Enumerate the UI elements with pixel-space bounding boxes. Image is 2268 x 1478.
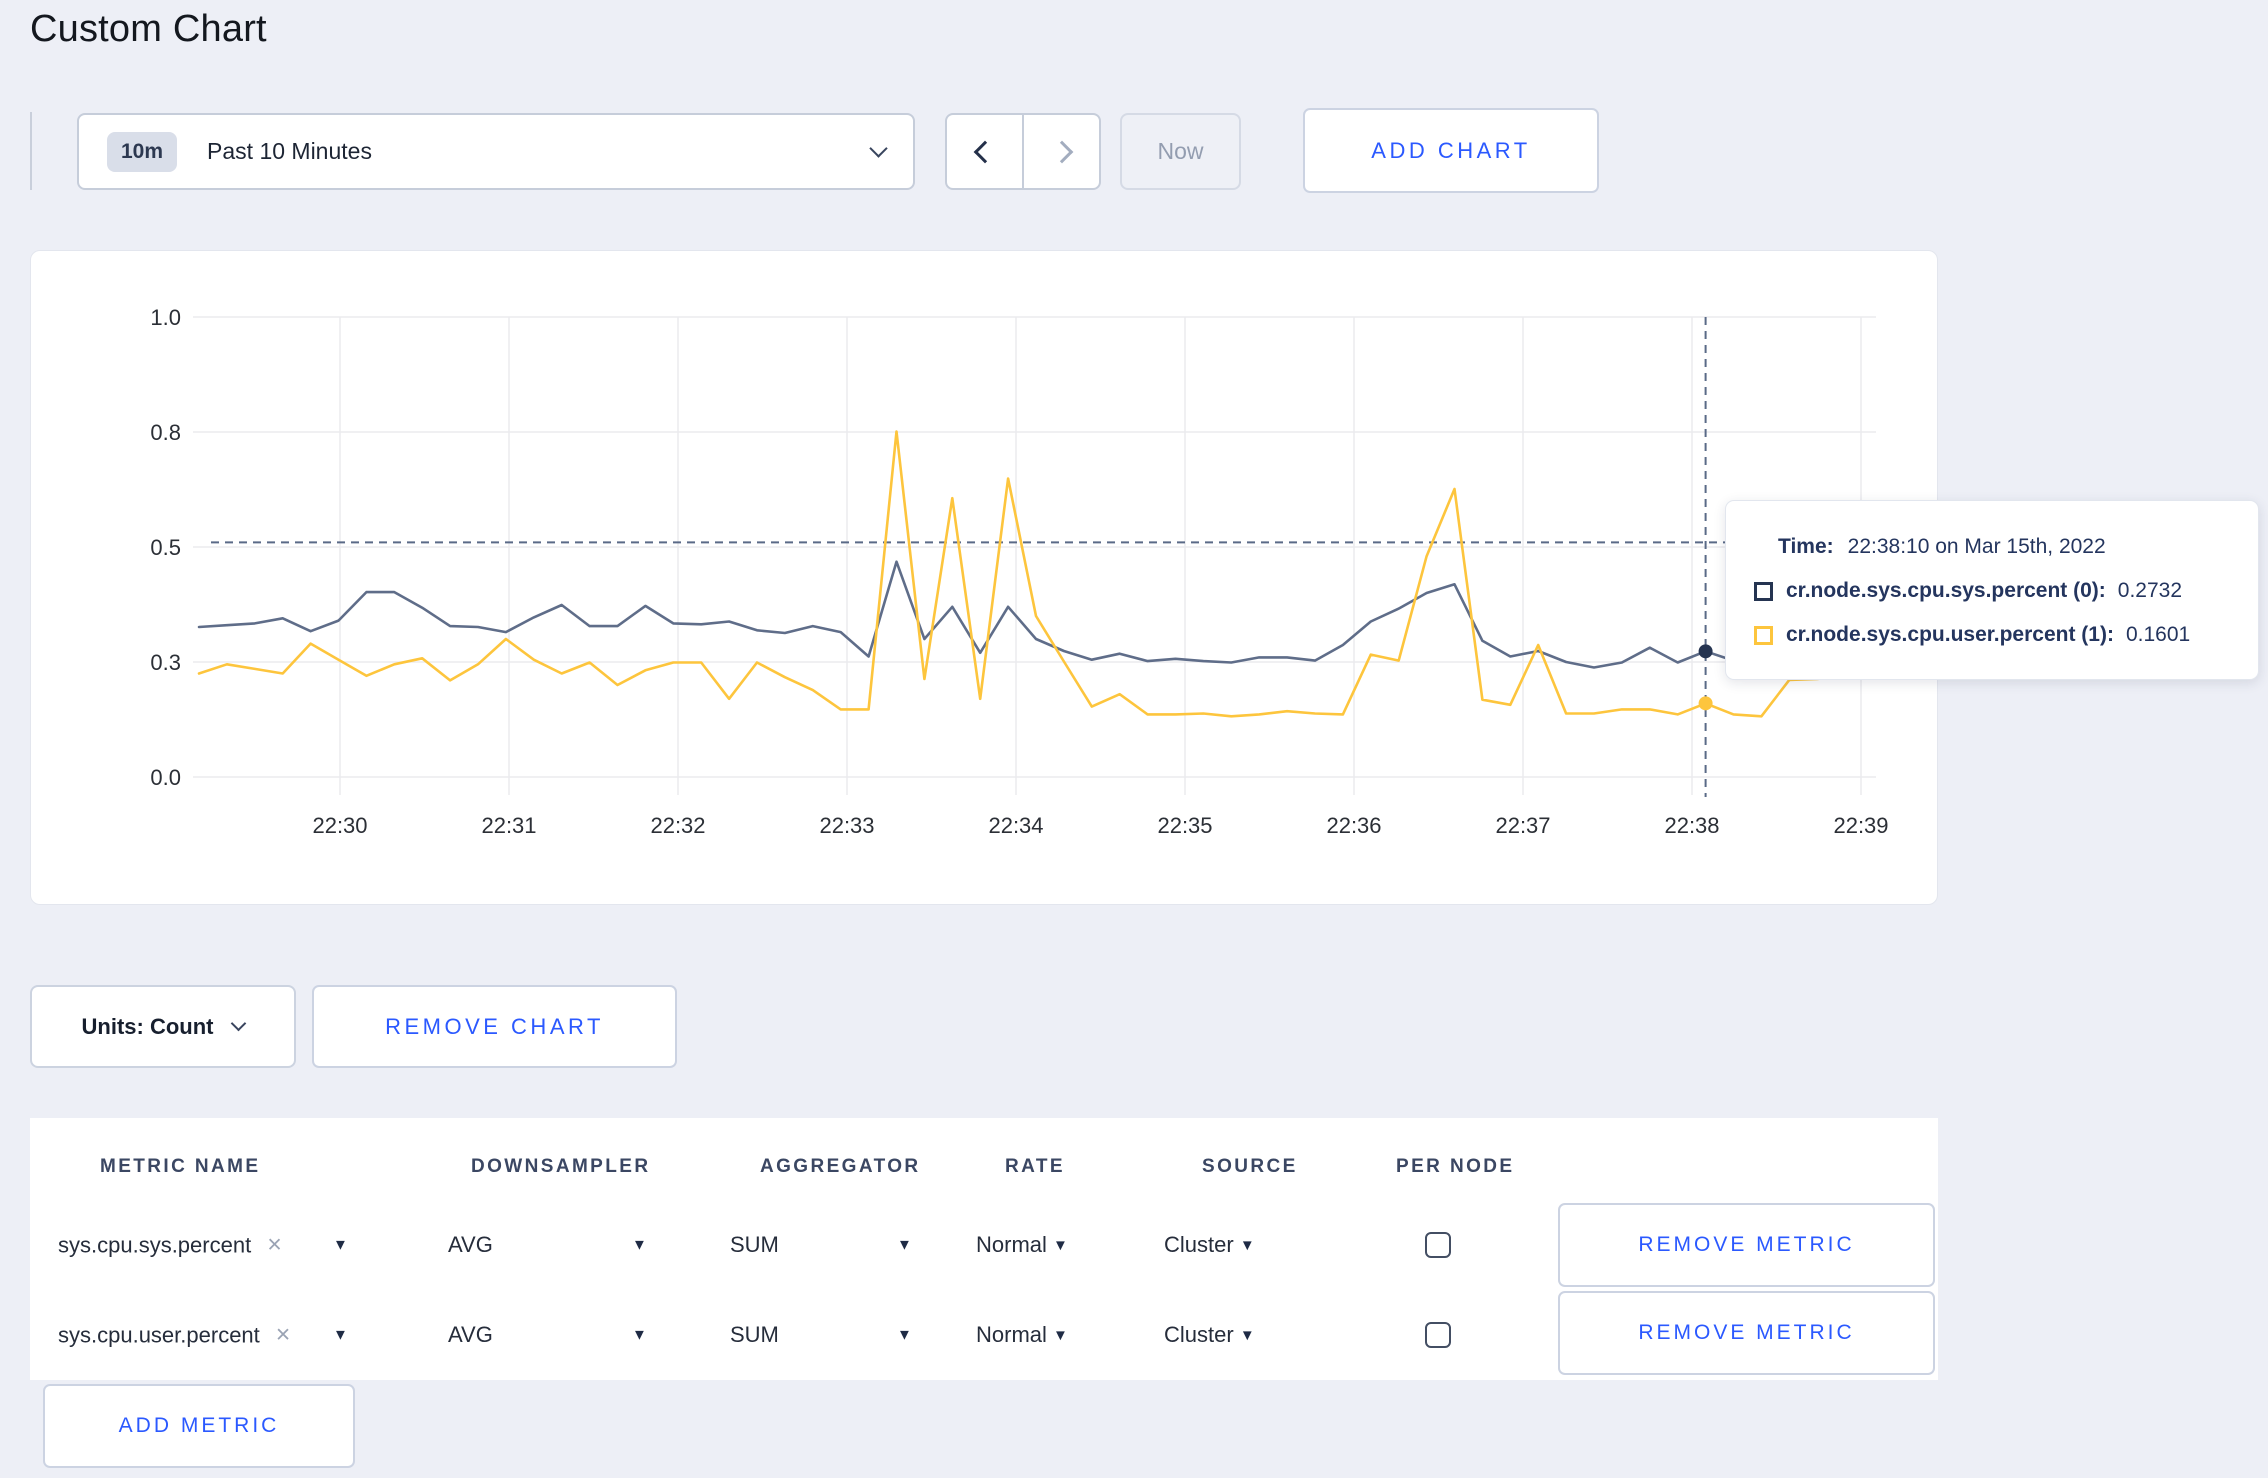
tooltip-series-name: cr.node.sys.cpu.user.percent (1): bbox=[1786, 623, 2114, 646]
svg-text:22:30: 22:30 bbox=[312, 813, 367, 838]
chevron-left-icon bbox=[973, 140, 996, 163]
per-node-checkbox[interactable] bbox=[1425, 1232, 1451, 1258]
svg-text:1.0: 1.0 bbox=[150, 305, 181, 330]
chart-card: 1.0 0.8 0.5 0.3 0.0 22:30 22:31 22:32 22:33 22:34… bbox=[30, 250, 1938, 905]
svg-text:22:38: 22:38 bbox=[1664, 813, 1719, 838]
downsampler-select[interactable]: AVG bbox=[448, 1322, 493, 1348]
downsampler-caret-icon[interactable]: ▼ bbox=[632, 1237, 647, 1254]
chart-plot[interactable]: 1.0 0.8 0.5 0.3 0.0 22:30 22:31 22:32 22:33 22:34… bbox=[31, 251, 1939, 906]
col-header-per-node: PER NODE bbox=[1396, 1156, 1515, 1177]
svg-text:0.8: 0.8 bbox=[150, 420, 181, 445]
remove-metric-button[interactable]: REMOVE METRIC bbox=[1558, 1203, 1935, 1287]
tooltip-time-label: Time: bbox=[1778, 535, 1834, 558]
svg-text:22:32: 22:32 bbox=[650, 813, 705, 838]
time-pager bbox=[945, 113, 1101, 190]
svg-text:22:33: 22:33 bbox=[819, 813, 874, 838]
chevron-right-icon bbox=[1050, 140, 1073, 163]
source-select[interactable]: Cluster ▼ bbox=[1164, 1232, 1255, 1258]
clear-metric-icon[interactable]: × bbox=[267, 1231, 282, 1260]
col-header-metric-name: METRIC NAME bbox=[100, 1156, 261, 1177]
svg-text:0.5: 0.5 bbox=[150, 535, 181, 560]
now-button[interactable]: Now bbox=[1120, 113, 1241, 190]
chart-tooltip: Time: 22:38:10 on Mar 15th, 2022 cr.node… bbox=[1725, 500, 2259, 680]
tooltip-series-value: 0.1601 bbox=[2125, 623, 2191, 646]
time-window-badge: 10m bbox=[107, 131, 178, 172]
table-row: sys.cpu.user.percent × ▼ AVG ▼ SUM ▼ Norm… bbox=[30, 1290, 1938, 1380]
table-row: sys.cpu.sys.percent × ▼ AVG ▼ SUM ▼ Norma… bbox=[30, 1200, 1938, 1290]
svg-text:0.0: 0.0 bbox=[150, 765, 181, 790]
tooltip-series-name: cr.node.sys.cpu.sys.percent (0): bbox=[1786, 579, 2106, 602]
page-title: Custom Chart bbox=[30, 8, 267, 50]
aggregator-select[interactable]: SUM bbox=[730, 1232, 779, 1258]
metric-name-select[interactable]: sys.cpu.sys.percent × bbox=[58, 1231, 282, 1260]
svg-text:22:37: 22:37 bbox=[1495, 813, 1550, 838]
remove-chart-button[interactable]: REMOVE CHART bbox=[312, 985, 677, 1068]
svg-text:22:39: 22:39 bbox=[1833, 813, 1888, 838]
svg-text:22:31: 22:31 bbox=[481, 813, 536, 838]
rate-select[interactable]: Normal ▼ bbox=[976, 1322, 1068, 1348]
downsampler-caret-icon[interactable]: ▼ bbox=[632, 1327, 647, 1344]
toolbar-divider bbox=[30, 112, 32, 190]
metrics-table: METRIC NAME DOWNSAMPLER AGGREGATOR RATE … bbox=[30, 1118, 1938, 1380]
aggregator-caret-icon[interactable]: ▼ bbox=[897, 1237, 912, 1254]
units-dropdown[interactable]: Units: Count bbox=[30, 985, 296, 1068]
time-window-label: Past 10 Minutes bbox=[207, 138, 372, 164]
svg-text:22:35: 22:35 bbox=[1157, 813, 1212, 838]
col-header-rate: RATE bbox=[1005, 1156, 1065, 1177]
rate-select[interactable]: Normal ▼ bbox=[976, 1232, 1068, 1258]
units-label: Units: Count bbox=[81, 1013, 214, 1039]
source-select[interactable]: Cluster ▼ bbox=[1164, 1322, 1255, 1348]
aggregator-caret-icon[interactable]: ▼ bbox=[897, 1327, 912, 1344]
series-user-swatch-icon bbox=[1754, 625, 1773, 645]
clear-metric-icon[interactable]: × bbox=[276, 1321, 291, 1350]
add-metric-button[interactable]: ADD METRIC bbox=[43, 1384, 355, 1468]
per-node-checkbox[interactable] bbox=[1425, 1322, 1451, 1348]
col-header-downsampler: DOWNSAMPLER bbox=[471, 1156, 651, 1177]
col-header-source: SOURCE bbox=[1202, 1156, 1298, 1177]
aggregator-select[interactable]: SUM bbox=[730, 1322, 779, 1348]
metric-name-select[interactable]: sys.cpu.user.percent × bbox=[58, 1321, 290, 1350]
svg-text:22:34: 22:34 bbox=[988, 813, 1043, 838]
svg-text:0.3: 0.3 bbox=[150, 650, 181, 675]
downsampler-select[interactable]: AVG bbox=[448, 1232, 493, 1258]
tooltip-series-value: 0.2732 bbox=[2117, 579, 2183, 602]
add-chart-button[interactable]: ADD CHART bbox=[1303, 108, 1599, 193]
prev-time-button[interactable] bbox=[947, 115, 1024, 188]
metric-caret-icon[interactable]: ▼ bbox=[333, 1237, 348, 1254]
tooltip-time-value: 22:38:10 on Mar 15th, 2022 bbox=[1847, 535, 2106, 558]
metric-caret-icon[interactable]: ▼ bbox=[333, 1327, 348, 1344]
time-window-dropdown[interactable]: 10m Past 10 Minutes bbox=[77, 113, 915, 190]
chevron-down-icon bbox=[231, 1015, 247, 1032]
next-time-button[interactable] bbox=[1024, 115, 1099, 188]
chevron-down-icon bbox=[869, 139, 888, 158]
remove-metric-button[interactable]: REMOVE METRIC bbox=[1558, 1291, 1935, 1375]
svg-text:22:36: 22:36 bbox=[1326, 813, 1381, 838]
series-sys-swatch-icon bbox=[1754, 581, 1773, 601]
col-header-aggregator: AGGREGATOR bbox=[760, 1156, 921, 1177]
